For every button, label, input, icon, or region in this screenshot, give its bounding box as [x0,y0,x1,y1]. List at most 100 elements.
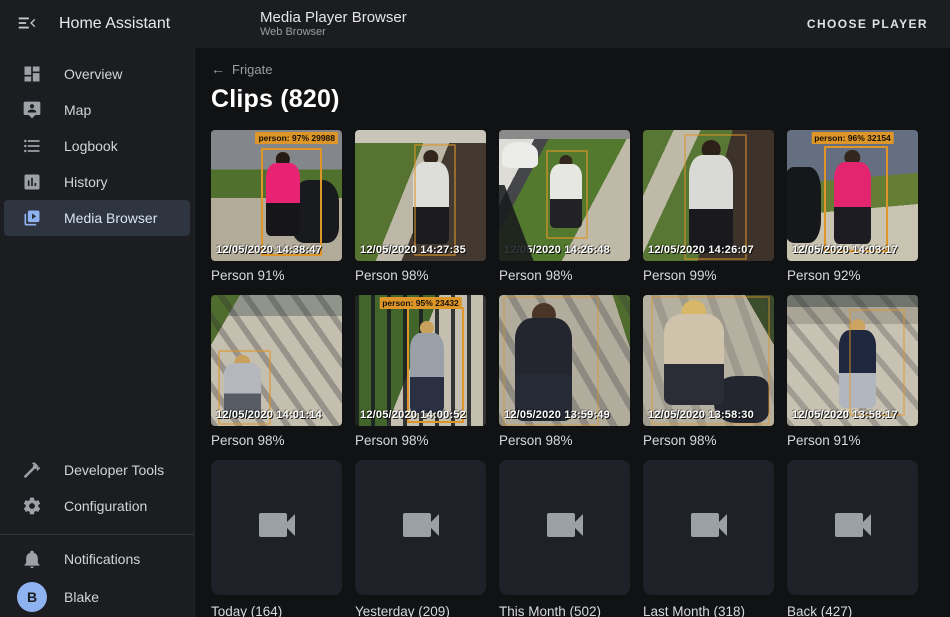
folder-label: This Month (502) [499,604,630,617]
clip-thumbnail: 12/05/2020 14:01:14 [211,295,342,426]
page-subtitle: Web Browser [260,26,407,39]
clip-thumbnail: 12/05/2020 14:26:48 [499,130,630,261]
breadcrumb[interactable]: ← Frigate [211,61,272,77]
tooltip-account-icon [22,100,42,120]
menu-open-icon [16,12,38,37]
breadcrumb-label: Frigate [232,62,272,77]
folder-label: Yesterday (209) [355,604,486,617]
folder-card[interactable]: This Month (502) [499,460,630,617]
clip-caption: Person 91% [211,268,342,283]
detection-bbox [407,307,463,424]
app-window: Home Assistant Media Player Browser Web … [0,0,950,617]
folder-tile [643,460,774,595]
play-box-multiple-icon [22,208,42,228]
clip-thumbnail: 12/05/2020 13:58:17 [787,295,918,426]
folder-card[interactable]: Today (164) [211,460,342,617]
clip-timestamp: 12/05/2020 13:58:30 [648,409,754,421]
clip-card[interactable]: 12/05/2020 13:58:17 Person 91% [787,295,918,448]
detection-bbox [684,134,747,260]
format-list-bulleted-icon [22,136,42,156]
detection-label: person: 97% 29988 [255,132,338,144]
sidebar-divider [0,534,194,535]
sidebar-item-label: Developer Tools [64,462,164,478]
video-camera-icon [685,501,733,554]
detection-label: person: 96% 32154 [811,132,894,144]
clip-card[interactable]: 12/05/2020 13:58:30 Person 98% [643,295,774,448]
clip-thumbnail: 12/05/2020 13:58:30 [643,295,774,426]
back-arrow-icon: ← [211,61,225,77]
folder-card[interactable]: Last Month (318) [643,460,774,617]
folder-label: Today (164) [211,604,342,617]
sidebar-item-history[interactable]: History [0,164,194,200]
page-title: Media Player Browser [260,9,407,27]
media-browser-content: ← Frigate Clips (820) person: 97% 29988 … [195,48,950,617]
folder-label: Last Month (318) [643,604,774,617]
sidebar: Overview Map Logbook History Media Brows… [0,48,195,617]
clip-card[interactable]: person: 95% 23432 12/05/2020 14:00:52 Pe… [355,295,486,448]
top-bar-left: Home Assistant [0,11,195,37]
sidebar-item-overview[interactable]: Overview [0,56,194,92]
video-camera-icon [541,501,589,554]
video-camera-icon [253,501,301,554]
sidebar-spacer [0,236,194,452]
folder-tile [211,460,342,595]
clip-card[interactable]: 12/05/2020 13:59:49 Person 98% [499,295,630,448]
clip-card[interactable]: 12/05/2020 14:01:14 Person 98% [211,295,342,448]
detection-bbox [546,150,588,239]
page-heading: Clips (820) [211,85,950,114]
folder-tile [499,460,630,595]
sidebar-item-configuration[interactable]: Configuration [0,488,194,524]
clip-timestamp: 12/05/2020 13:59:49 [504,409,610,421]
folder-card[interactable]: Yesterday (209) [355,460,486,617]
sidebar-item-label: Media Browser [64,210,157,226]
detection-bbox [261,148,323,255]
detection-bbox [849,309,905,415]
clip-thumbnail: 12/05/2020 14:27:35 [355,130,486,261]
clip-caption: Person 99% [643,268,774,283]
clip-caption: Person 98% [499,433,630,448]
clip-caption: Person 98% [211,433,342,448]
sidebar-item-media-browser[interactable]: Media Browser [4,200,190,236]
clip-card[interactable]: 12/05/2020 14:27:35 Person 98% [355,130,486,283]
sidebar-item-notifications[interactable]: Notifications [0,541,194,577]
view-dashboard-icon [22,64,42,84]
clip-timestamp: 12/05/2020 14:27:35 [360,244,466,256]
sidebar-item-label: Overview [64,66,122,82]
detection-bbox [824,146,888,252]
sidebar-item-label: Configuration [64,498,147,514]
clip-timestamp: 12/05/2020 14:03:17 [792,244,898,256]
clip-card[interactable]: 12/05/2020 14:26:48 Person 98% [499,130,630,283]
hammer-icon [22,460,42,480]
folder-card[interactable]: Back (427) [787,460,918,617]
clip-timestamp: 12/05/2020 14:00:52 [360,409,466,421]
clip-timestamp: 12/05/2020 14:26:07 [648,244,754,256]
folders-grid: Today (164) Yesterday (209) This Month (… [211,460,950,617]
detection-bbox [651,296,770,424]
clip-thumbnail: person: 96% 32154 12/05/2020 14:03:17 [787,130,918,261]
clip-caption: Person 92% [787,268,918,283]
clip-caption: Person 91% [787,433,918,448]
sidebar-toggle-button[interactable] [14,11,40,37]
clip-thumbnail: person: 97% 29988 12/05/2020 14:38:47 [211,130,342,261]
sidebar-user[interactable]: B Blake [0,577,194,617]
sidebar-item-developer-tools[interactable]: Developer Tools [0,452,194,488]
clip-timestamp: 12/05/2020 13:58:17 [792,409,898,421]
clip-timestamp: 12/05/2020 14:01:14 [216,409,322,421]
clip-card[interactable]: 12/05/2020 14:26:07 Person 99% [643,130,774,283]
clip-caption: Person 98% [499,268,630,283]
clip-thumbnail: 12/05/2020 14:26:07 [643,130,774,261]
folder-label: Back (427) [787,604,918,617]
video-camera-icon [397,501,445,554]
avatar: B [17,582,47,612]
clip-card[interactable]: person: 97% 29988 12/05/2020 14:38:47 Pe… [211,130,342,283]
sidebar-item-logbook[interactable]: Logbook [0,128,194,164]
detection-bbox [503,296,599,426]
clip-timestamp: 12/05/2020 14:38:47 [216,244,322,256]
clip-card[interactable]: person: 96% 32154 12/05/2020 14:03:17 Pe… [787,130,918,283]
folder-tile [355,460,486,595]
sidebar-item-label: History [64,174,108,190]
top-bar: Home Assistant Media Player Browser Web … [0,0,950,48]
choose-player-button[interactable]: CHOOSE PLAYER [801,16,934,32]
sidebar-item-map[interactable]: Map [0,92,194,128]
sidebar-item-label: Notifications [64,551,140,567]
